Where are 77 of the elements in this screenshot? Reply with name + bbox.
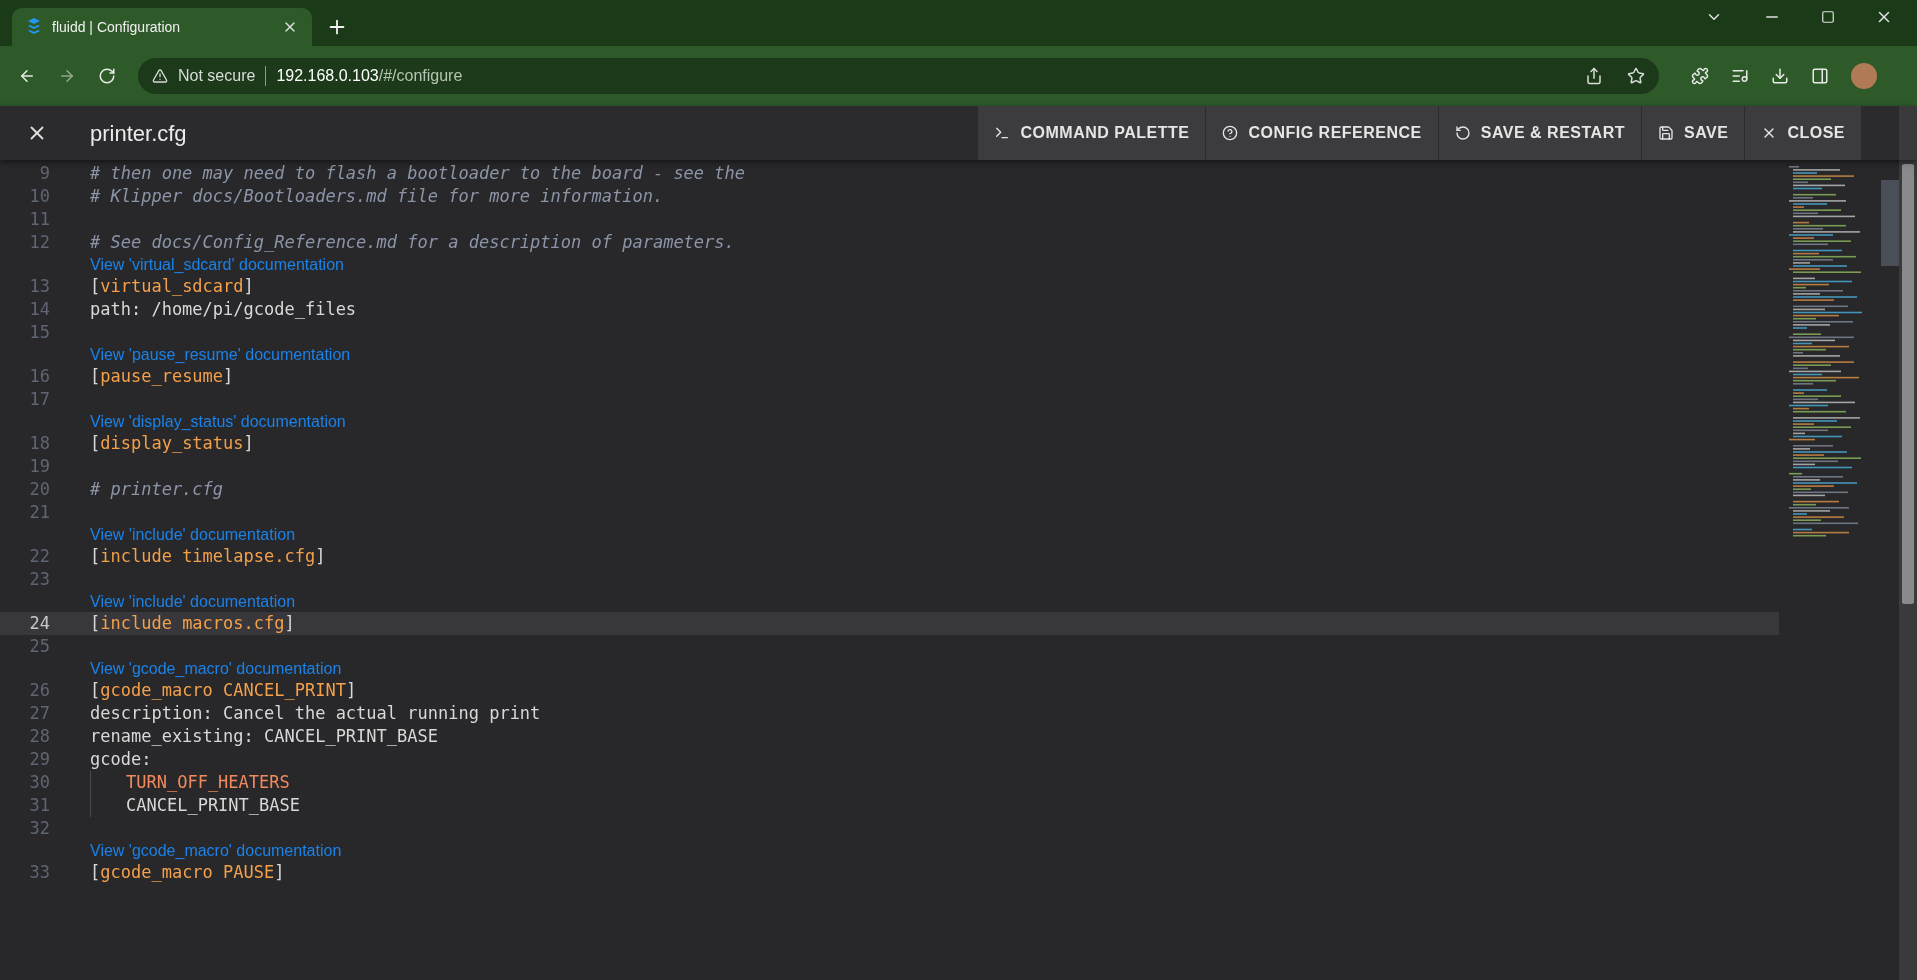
- code-line: path: /home/pi/gcode_files: [90, 297, 357, 321]
- line-number: 9: [38, 161, 51, 185]
- maximize-icon[interactable]: [1821, 10, 1835, 24]
- toolbar-button[interactable]: SAVE: [1641, 106, 1745, 160]
- documentation-link[interactable]: View 'gcode_macro' documentation: [90, 656, 342, 681]
- share-icon[interactable]: [1585, 67, 1603, 85]
- tab-title: fluidd | Configuration: [52, 17, 182, 37]
- line-number: 28: [28, 724, 51, 748]
- line-number: 11: [28, 207, 51, 231]
- line-number: 19: [28, 454, 51, 478]
- documentation-link[interactable]: View 'gcode_macro' documentation: [90, 838, 342, 863]
- line-number: 33: [28, 860, 51, 884]
- line-number: 12: [28, 230, 51, 254]
- documentation-link[interactable]: View 'virtual_sdcard' documentation: [90, 252, 344, 277]
- line-number: 31: [28, 793, 51, 817]
- reload-icon[interactable]: [98, 67, 116, 85]
- code-line: [gcode_macro CANCEL_PRINT]: [90, 678, 357, 702]
- toolbar-button[interactable]: COMMAND PALETTE: [977, 106, 1206, 160]
- line-number: 18: [28, 431, 51, 455]
- code-line: [virtual_sdcard]: [90, 274, 254, 298]
- documentation-link[interactable]: View 'display_status' documentation: [90, 409, 346, 434]
- code-line: # See docs/Config_Reference.md for a description of parameters.: [90, 230, 735, 254]
- address-field[interactable]: Not secure 192.168.0.103/#/configure: [138, 58, 1659, 94]
- toolbar-button[interactable]: CONFIG REFERENCE: [1205, 106, 1438, 160]
- code-line: # printer.cfg: [90, 477, 224, 501]
- media-list-icon[interactable]: [1731, 67, 1749, 85]
- code-line: # then one may need to flash a bootloader to the board - see the: [90, 161, 746, 185]
- download-icon[interactable]: [1771, 67, 1789, 85]
- line-number: 20: [28, 477, 51, 501]
- code-line: [include timelapse.cfg]: [90, 544, 326, 568]
- code-line: rename_existing: CANCEL_PRINT_BASE: [90, 724, 438, 748]
- code-line: [pause_resume]: [90, 364, 234, 388]
- url-text: 192.168.0.103/#/configure: [276, 66, 463, 86]
- line-number: 16: [28, 364, 51, 388]
- restart-icon: [1454, 125, 1471, 141]
- line-number: 29: [28, 747, 51, 771]
- code-line: CANCEL_PRINT_BASE: [126, 793, 300, 817]
- documentation-link[interactable]: View 'include' documentation: [90, 589, 296, 614]
- security-label: Not secure: [178, 66, 256, 86]
- layers-logo-icon: [26, 18, 42, 36]
- line-number: 10: [28, 184, 51, 208]
- save-icon: [1658, 125, 1674, 141]
- side-panel-icon[interactable]: [1811, 67, 1829, 85]
- browser-tab[interactable]: fluidd | Configuration: [12, 8, 312, 46]
- line-number: 17: [28, 387, 51, 411]
- line-number: 23: [28, 567, 51, 591]
- toolbar-button[interactable]: CLOSE: [1744, 106, 1861, 160]
- toolbar-button[interactable]: SAVE & RESTART: [1437, 106, 1641, 160]
- documentation-link[interactable]: View 'pause_resume' documentation: [90, 342, 351, 367]
- line-number: 26: [28, 678, 51, 702]
- documentation-link[interactable]: View 'include' documentation: [90, 522, 296, 547]
- line-number: 15: [28, 320, 51, 344]
- extensions-icon[interactable]: [1691, 67, 1709, 85]
- code-line: [gcode_macro PAUSE]: [90, 860, 285, 884]
- line-number: 32: [28, 816, 51, 840]
- code-line: [include macros.cfg]: [90, 611, 295, 635]
- line-number: 25: [28, 634, 51, 658]
- line-number: 30: [28, 770, 51, 794]
- help-icon: [1222, 125, 1239, 141]
- code-line: [display_status]: [90, 431, 254, 455]
- line-number: 21: [28, 500, 51, 524]
- scrollbar-thumb[interactable]: [1902, 164, 1914, 604]
- code-line: # Klipper docs/Bootloaders.md file for more information.: [90, 184, 664, 208]
- line-number: 14: [28, 297, 51, 321]
- code-line: gcode:: [90, 747, 152, 771]
- forward-icon[interactable]: [58, 67, 76, 85]
- line-number: 13: [28, 274, 51, 298]
- back-icon[interactable]: [18, 67, 36, 85]
- bookmark-star-icon[interactable]: [1627, 67, 1645, 85]
- file-title: printer.cfg: [90, 119, 187, 148]
- code-line: TURN_OFF_HEATERS: [126, 770, 290, 794]
- terminal-icon: [994, 125, 1011, 141]
- code-line: description: Cancel the actual running print: [90, 701, 541, 725]
- line-number: 27: [28, 701, 51, 725]
- line-number: 22: [28, 544, 51, 568]
- warning-icon: [152, 68, 168, 84]
- line-number: 24: [28, 611, 51, 635]
